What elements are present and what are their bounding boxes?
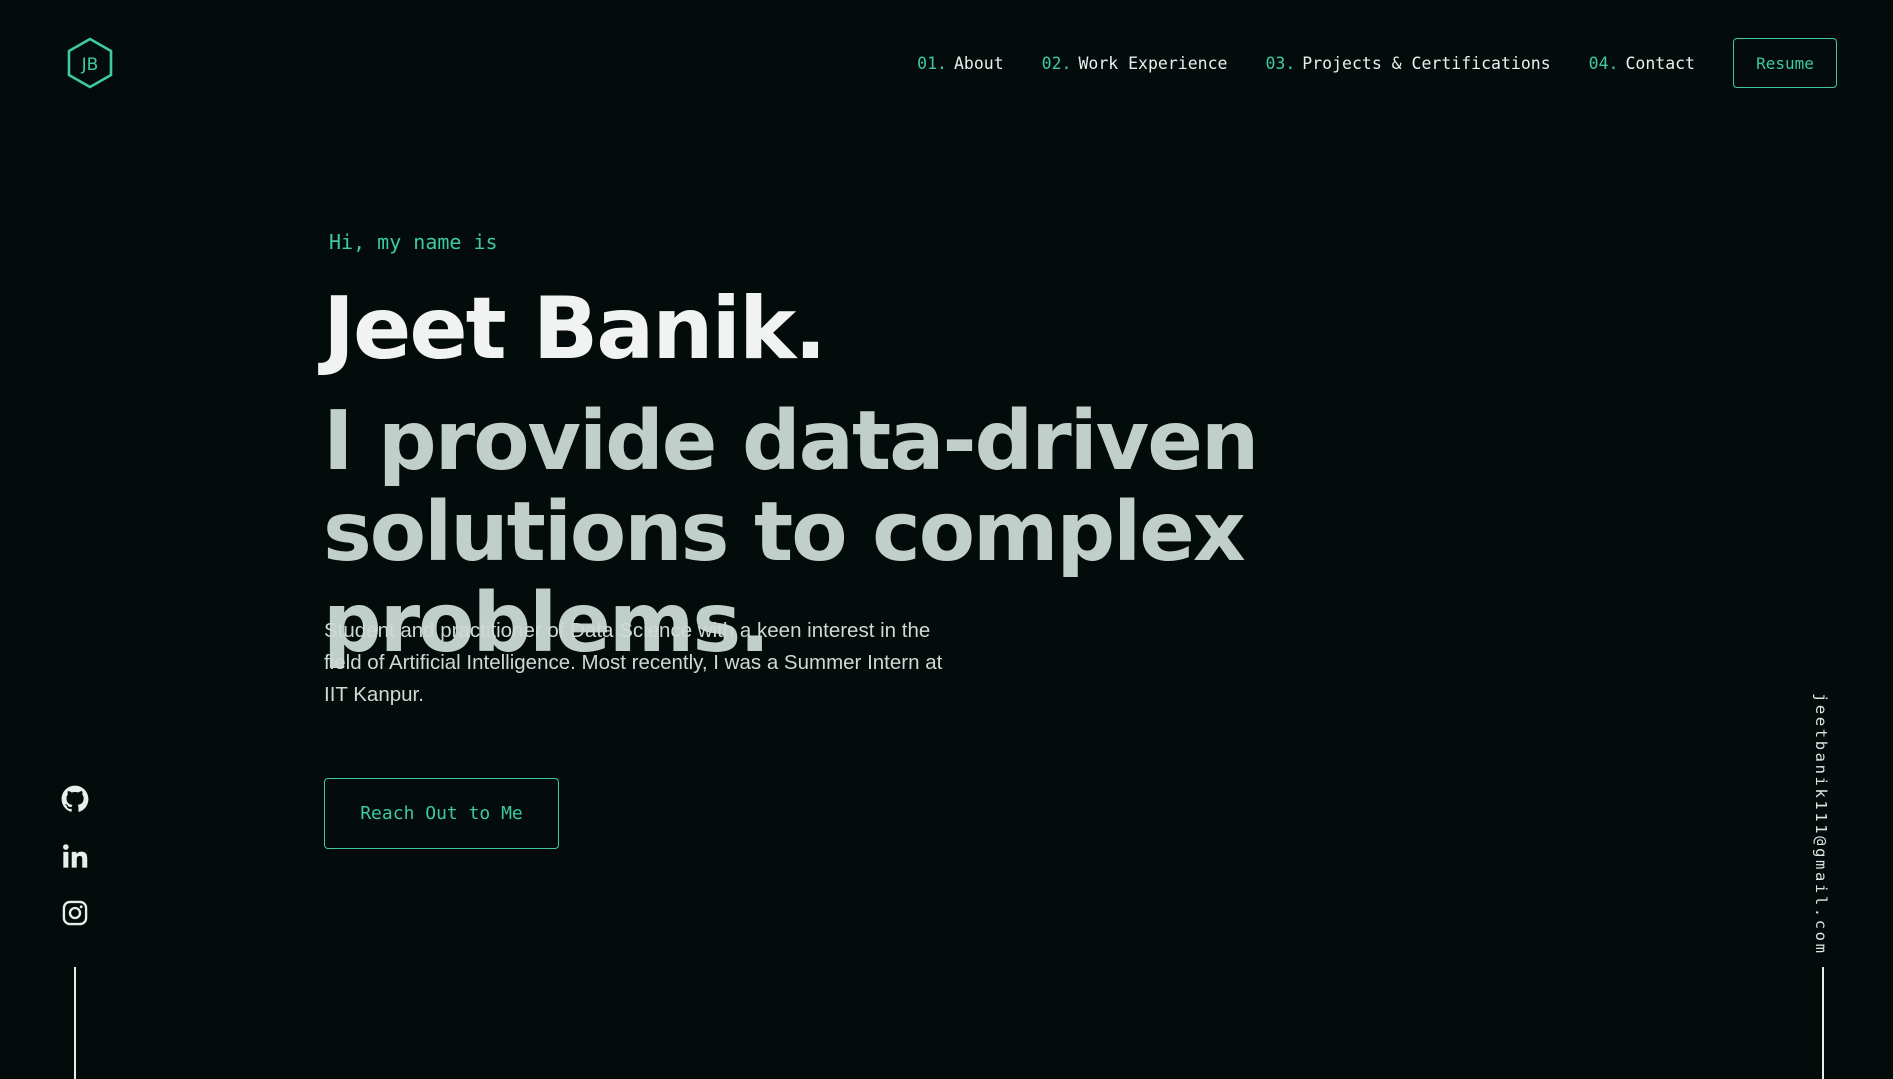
nav-label: About [953,53,1004,73]
left-vertical-line [74,967,76,1079]
github-link[interactable] [61,785,89,813]
nav-number: 01. [917,53,947,73]
nav-item-contact[interactable]: 04. Contact [1589,54,1695,73]
nav-number: 02. [1041,53,1072,73]
linkedin-icon [63,844,88,868]
resume-button[interactable]: Resume [1733,38,1837,88]
reach-out-button[interactable]: Reach Out to Me [324,778,559,849]
hexagon-logo-icon: JB [67,37,113,89]
nav-number: 03. [1265,53,1296,73]
nav-number: 04. [1588,53,1619,73]
hero-greeting: Hi, my name is [329,230,498,254]
linkedin-link[interactable] [61,842,89,870]
nav-item-about[interactable]: 01. About [917,54,1003,73]
social-links [61,785,89,956]
email-link[interactable]: jeetbanik111@gmail.com [1812,693,1830,956]
nav-item-work-experience[interactable]: 02. Work Experience [1042,54,1228,73]
instagram-link[interactable] [61,899,89,927]
hero-bio: Student and practitioner of Data Science… [324,619,943,706]
instagram-icon [62,900,88,926]
right-vertical-line [1822,967,1824,1079]
nav-label: Contact [1625,53,1695,73]
hero-name: Jeet Banik. [323,279,827,379]
portfolio-page: JB 01. About 02. Work Experience 03. Projec… [0,0,1893,1079]
logo-text: JB [81,55,99,75]
logo-link[interactable]: JB [66,37,114,89]
nav-label: Projects & Certifications [1302,53,1551,73]
nav-item-projects[interactable]: 03. Projects & Certifications [1265,54,1550,73]
nav-label: Work Experience [1078,53,1228,73]
github-icon [61,785,89,812]
main-nav: 01. About 02. Work Experience 03. Projects … [917,38,1837,88]
